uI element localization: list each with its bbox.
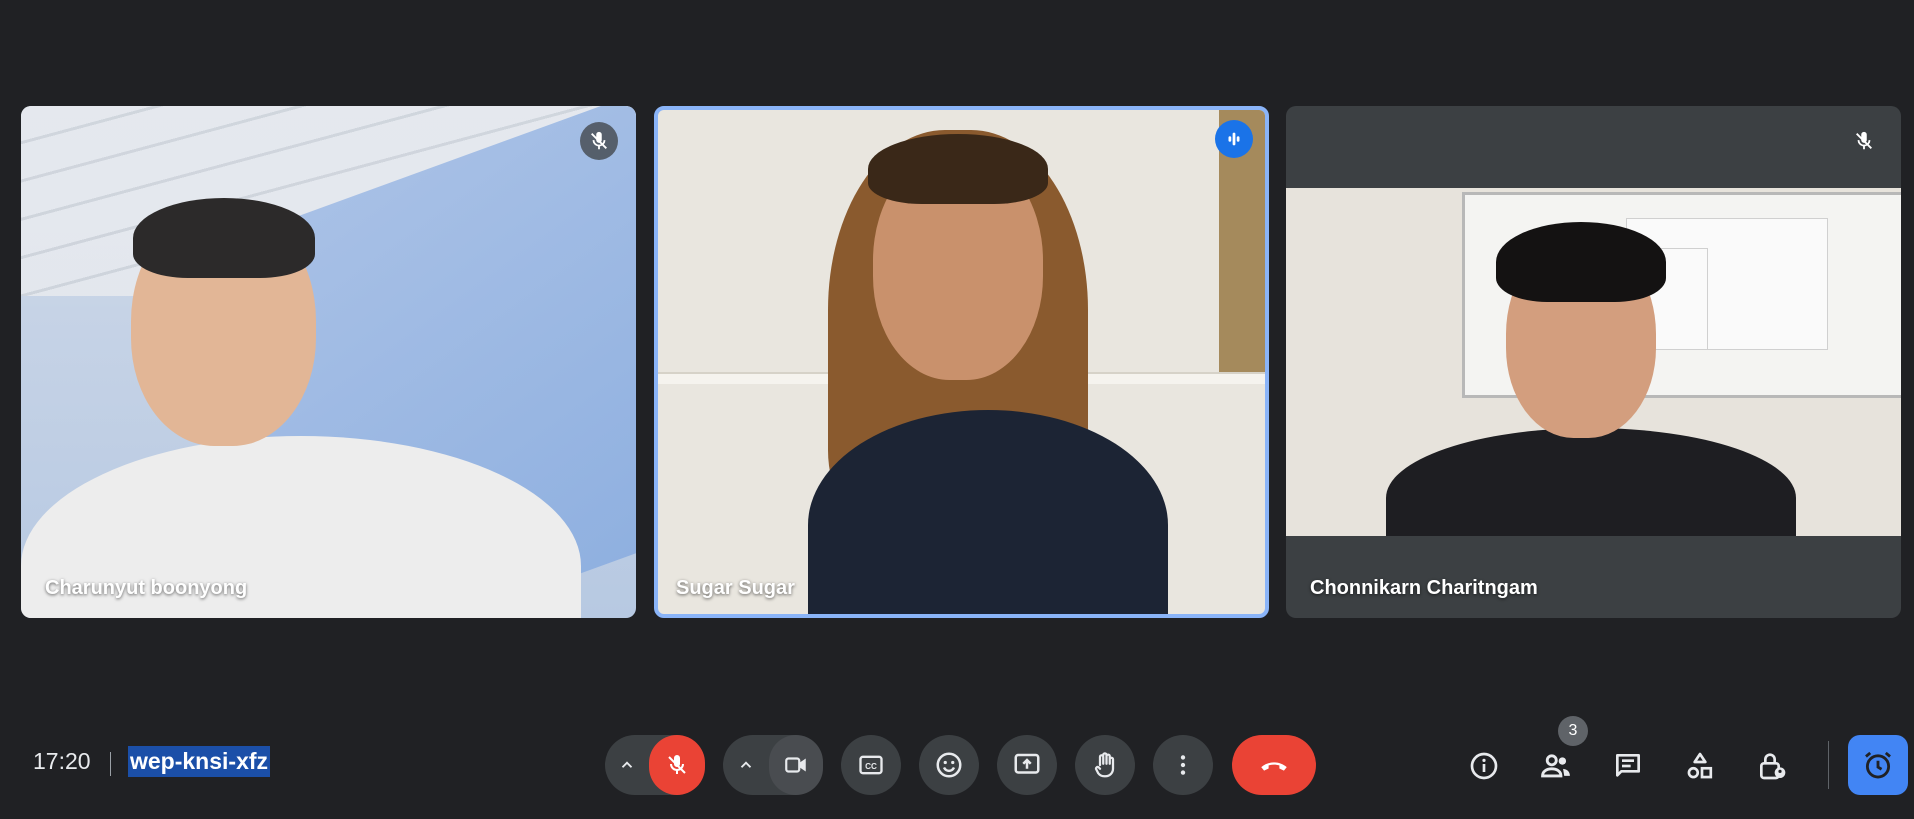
audio-level-icon xyxy=(1215,120,1253,158)
svg-text:CC: CC xyxy=(865,762,877,771)
divider xyxy=(110,752,111,776)
participant-name: Chonnikarn Charitngam xyxy=(1310,577,1538,599)
call-end-icon xyxy=(1261,762,1287,771)
participant-video xyxy=(1286,188,1901,536)
microphone-toggle-button[interactable] xyxy=(649,735,705,795)
participant-name: Charunyut boonyong xyxy=(45,577,248,599)
emoji-icon xyxy=(936,752,962,778)
present-now-button[interactable] xyxy=(997,735,1057,795)
current-time: 17:20 xyxy=(33,748,91,774)
info-icon xyxy=(1470,752,1498,780)
participant-video xyxy=(868,134,1048,204)
chevron-up-icon xyxy=(740,761,752,768)
participant-video xyxy=(133,198,315,278)
captions-button[interactable]: CC xyxy=(841,735,901,795)
people-icon xyxy=(1541,754,1570,778)
timer-button[interactable] xyxy=(1848,735,1908,795)
participant-tile-sugar[interactable]: Sugar Sugar xyxy=(654,106,1269,618)
raise-hand-button[interactable] xyxy=(1075,735,1135,795)
present-screen-icon xyxy=(1014,753,1040,774)
participant-video xyxy=(1496,222,1666,302)
mic-off-icon xyxy=(580,122,618,160)
participant-tile-chonnikarn[interactable]: Chonnikarn Charitngam xyxy=(1286,106,1901,618)
camera-toggle-button[interactable] xyxy=(769,735,823,795)
chat-icon xyxy=(1616,754,1640,777)
mic-off-icon xyxy=(668,755,686,774)
participant-name: Sugar Sugar xyxy=(676,577,795,599)
meeting-code[interactable]: wep-knsi-xfz xyxy=(128,746,271,777)
participant-count-badge: 3 xyxy=(1558,716,1588,746)
lock-person-icon xyxy=(1760,753,1786,780)
audio-controls xyxy=(605,735,705,795)
participant-tile-charunyut[interactable]: Charunyut boonyong xyxy=(21,106,636,618)
participant-video xyxy=(1386,428,1796,536)
audio-options-button[interactable] xyxy=(605,735,649,795)
meeting-details-button[interactable] xyxy=(1463,745,1505,787)
activities-icon xyxy=(1687,752,1713,779)
chat-button[interactable] xyxy=(1607,745,1649,787)
reactions-button[interactable] xyxy=(919,735,979,795)
raise-hand-icon xyxy=(1094,752,1115,778)
more-options-button[interactable] xyxy=(1153,735,1213,795)
divider xyxy=(1828,741,1829,789)
chevron-up-icon xyxy=(622,761,633,768)
host-controls-button[interactable] xyxy=(1751,745,1793,787)
leave-call-button[interactable] xyxy=(1232,735,1316,795)
activities-button[interactable] xyxy=(1679,745,1721,787)
more-vert-icon xyxy=(1180,755,1186,775)
videocam-icon xyxy=(785,757,806,773)
video-controls xyxy=(723,735,823,795)
timer-icon xyxy=(1865,751,1891,779)
people-button[interactable] xyxy=(1535,745,1577,787)
closed-captions-icon: CC xyxy=(859,755,883,775)
video-options-button[interactable] xyxy=(723,735,769,795)
mic-off-icon xyxy=(1845,122,1883,160)
